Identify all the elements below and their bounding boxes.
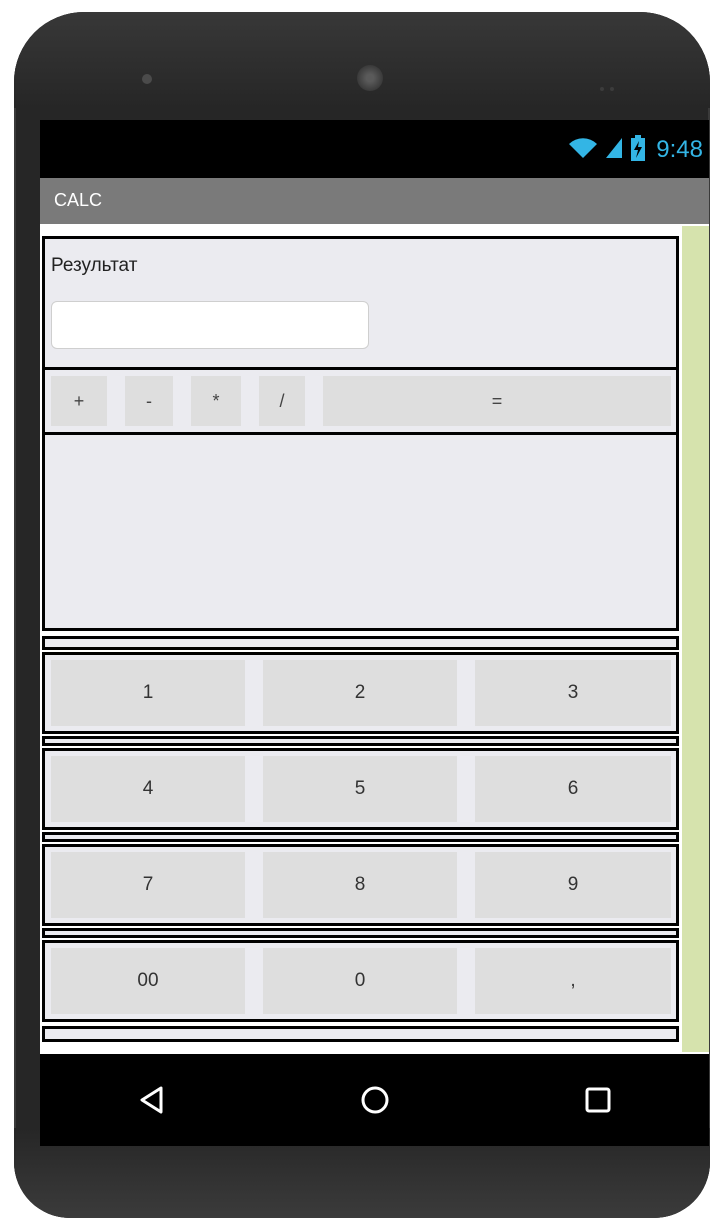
status-time: 9:48 [656,136,703,163]
digit-7-button[interactable]: 7 [51,852,245,918]
plus-button[interactable]: + [51,376,107,426]
wifi-icon [568,136,598,165]
status-bar: 9:48 [40,120,709,178]
digit-9-button[interactable]: 9 [475,852,671,918]
front-sensors [600,78,624,91]
divider-row [42,636,679,650]
app-title: CALC [54,190,103,210]
operators-row: + - * / = [45,367,676,435]
divider-row [42,928,679,938]
digit-5-button[interactable]: 5 [263,756,457,822]
divide-button[interactable]: / [259,376,305,426]
minus-button[interactable]: - [125,376,173,426]
digit-0-button[interactable]: 0 [263,948,457,1014]
navigation-bar [40,1054,709,1146]
decimal-button[interactable]: , [475,948,671,1014]
result-input[interactable] [51,301,369,349]
result-label: Результат [51,255,138,276]
digit-8-button[interactable]: 8 [263,852,457,918]
phone-frame: 9:48 CALC Результат + - * / = 1 2 3 4 5 … [14,12,710,1218]
digit-3-button[interactable]: 3 [475,660,671,726]
proximity-sensor [142,74,152,84]
digit-4-button[interactable]: 4 [51,756,245,822]
scroll-strip [682,226,709,1052]
digit-1-button[interactable]: 1 [51,660,245,726]
phone-top-bezel [14,12,710,108]
earpiece-speaker [357,65,383,91]
equals-button[interactable]: = [323,376,671,426]
multiply-button[interactable]: * [191,376,241,426]
double-zero-button[interactable]: 00 [51,948,245,1014]
app-content: Результат + - * / = 1 2 3 4 5 6 7 8 9 00… [40,224,709,1054]
digit-2-button[interactable]: 2 [263,660,457,726]
keypad-row-2: 4 5 6 [42,748,679,830]
divider-row [42,832,679,842]
keypad-row-3: 7 8 9 [42,844,679,926]
divider-row [42,1026,679,1042]
digit-6-button[interactable]: 6 [475,756,671,822]
result-panel: Результат + - * / = [42,236,679,631]
home-icon[interactable] [345,1070,405,1130]
divider-row [42,736,679,746]
device-screen: 9:48 CALC Результат + - * / = 1 2 3 4 5 … [40,120,709,1146]
signal-icon [604,136,624,165]
keypad-row-4: 00 0 , [42,940,679,1022]
app-bar: CALC [40,178,709,224]
recents-icon[interactable] [568,1070,628,1130]
battery-charging-icon [630,134,646,166]
back-icon[interactable] [122,1070,182,1130]
keypad-row-1: 1 2 3 [42,652,679,734]
